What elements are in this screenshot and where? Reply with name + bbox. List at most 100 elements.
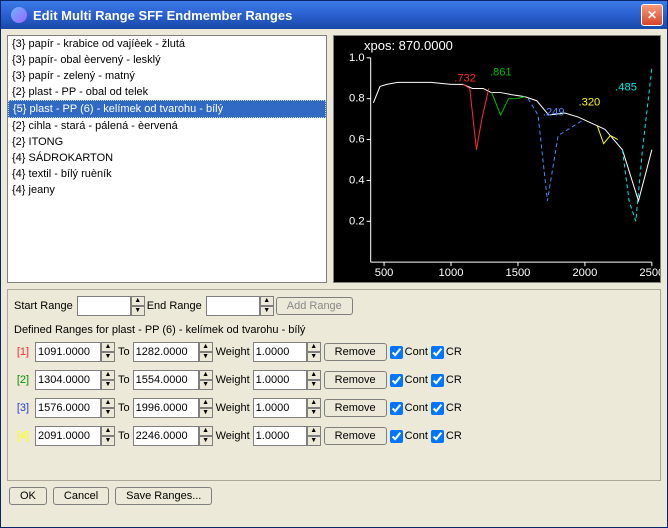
spin-up-icon[interactable]: ▲: [199, 426, 213, 436]
weight-label: Weight: [216, 346, 250, 358]
list-item[interactable]: {3} papír- obal èervený - lesklý: [8, 52, 326, 68]
spin-up-icon[interactable]: ▲: [260, 296, 274, 306]
add-range-button[interactable]: Add Range: [276, 297, 353, 315]
app-icon: [11, 7, 27, 23]
spin-up-icon[interactable]: ▲: [199, 342, 213, 352]
end-range-label: End Range: [147, 300, 202, 312]
spin-down-icon[interactable]: ▼: [199, 352, 213, 362]
spin-up-icon[interactable]: ▲: [101, 342, 115, 352]
spin-up-icon[interactable]: ▲: [199, 398, 213, 408]
start-range-label: Start Range: [14, 300, 73, 312]
list-item[interactable]: {4} jeany: [8, 182, 326, 198]
cr-checkbox[interactable]: CR: [431, 346, 462, 359]
spin-up-icon[interactable]: ▲: [101, 398, 115, 408]
remove-range-button[interactable]: Remove: [324, 343, 387, 361]
range-weight-input[interactable]: [253, 370, 307, 390]
ok-button[interactable]: OK: [9, 487, 47, 505]
endmember-listbox[interactable]: {3} papír - krabice od vajíèek - žlutá{3…: [7, 35, 327, 283]
remove-range-button[interactable]: Remove: [324, 371, 387, 389]
titlebar: Edit Multi Range SFF Endmember Ranges ✕: [1, 1, 667, 29]
spin-down-icon[interactable]: ▼: [131, 306, 145, 316]
spin-down-icon[interactable]: ▼: [307, 408, 321, 418]
svg-text:.249: .249: [543, 106, 565, 118]
spin-up-icon[interactable]: ▲: [101, 426, 115, 436]
save-ranges-button[interactable]: Save Ranges...: [115, 487, 212, 505]
list-item[interactable]: {2} ITONG: [8, 134, 326, 150]
to-label: To: [118, 374, 130, 386]
list-item[interactable]: {3} papír - zelený - matný: [8, 68, 326, 84]
start-range-input[interactable]: [77, 296, 131, 316]
spin-up-icon[interactable]: ▲: [101, 370, 115, 380]
range-end-input[interactable]: [133, 370, 199, 390]
range-weight-input[interactable]: [253, 342, 307, 362]
ranges-list[interactable]: [1]▲▼To▲▼Weight▲▼Remove Cont CR [2]▲▼To▲▼…: [14, 342, 654, 474]
cont-checkbox[interactable]: Cont: [390, 346, 428, 359]
range-row: [3]▲▼To▲▼Weight▲▼Remove Cont CR: [14, 398, 650, 418]
spin-down-icon[interactable]: ▼: [307, 436, 321, 446]
remove-range-button[interactable]: Remove: [324, 399, 387, 417]
spin-down-icon[interactable]: ▼: [260, 306, 274, 316]
weight-label: Weight: [216, 402, 250, 414]
list-item[interactable]: {3} papír - krabice od vajíèek - žlutá: [8, 36, 326, 52]
spin-down-icon[interactable]: ▼: [199, 408, 213, 418]
range-start-input[interactable]: [35, 398, 101, 418]
close-button[interactable]: ✕: [641, 4, 663, 26]
list-item[interactable]: {4} textil - bílý ruèník: [8, 166, 326, 182]
spin-up-icon[interactable]: ▲: [307, 398, 321, 408]
svg-text:0.8: 0.8: [349, 93, 365, 105]
svg-text:1500: 1500: [506, 267, 531, 279]
spin-up-icon[interactable]: ▲: [307, 342, 321, 352]
to-label: To: [118, 402, 130, 414]
spin-up-icon[interactable]: ▲: [131, 296, 145, 306]
weight-label: Weight: [216, 374, 250, 386]
list-item[interactable]: {2} plast - PP - obal od telek: [8, 84, 326, 100]
end-range-input[interactable]: [206, 296, 260, 316]
spin-down-icon[interactable]: ▼: [199, 380, 213, 390]
cr-checkbox[interactable]: CR: [431, 402, 462, 415]
range-row: [2]▲▼To▲▼Weight▲▼Remove Cont CR: [14, 370, 650, 390]
spin-up-icon[interactable]: ▲: [307, 426, 321, 436]
cr-checkbox[interactable]: CR: [431, 430, 462, 443]
cont-checkbox[interactable]: Cont: [390, 374, 428, 387]
cont-checkbox[interactable]: Cont: [390, 430, 428, 443]
spin-down-icon[interactable]: ▼: [101, 380, 115, 390]
range-weight-input[interactable]: [253, 398, 307, 418]
range-start-input[interactable]: [35, 342, 101, 362]
range-index-label: [4]: [14, 430, 32, 442]
cancel-button[interactable]: Cancel: [53, 487, 109, 505]
svg-text:0.6: 0.6: [349, 134, 365, 146]
range-weight-input[interactable]: [253, 426, 307, 446]
list-item[interactable]: {5} plast - PP (6) - kelímek od tvarohu …: [8, 100, 326, 118]
svg-text:.861: .861: [490, 67, 512, 79]
spin-down-icon[interactable]: ▼: [101, 436, 115, 446]
svg-text:500: 500: [375, 267, 394, 279]
chart-svg: 0.20.40.60.81.05001000150020002500.732.8…: [334, 36, 660, 282]
svg-text:1000: 1000: [439, 267, 464, 279]
cr-checkbox[interactable]: CR: [431, 374, 462, 387]
list-item[interactable]: {2} cihla - stará - pálená - èervená: [8, 118, 326, 134]
svg-text:.485: .485: [615, 82, 637, 94]
spin-down-icon[interactable]: ▼: [307, 352, 321, 362]
ranges-panel: Start Range ▲▼ End Range ▲▼ Add Range De…: [7, 289, 661, 481]
spin-down-icon[interactable]: ▼: [101, 408, 115, 418]
svg-text:2500: 2500: [639, 267, 660, 279]
spin-down-icon[interactable]: ▼: [101, 352, 115, 362]
range-end-input[interactable]: [133, 398, 199, 418]
spin-down-icon[interactable]: ▼: [199, 436, 213, 446]
spin-up-icon[interactable]: ▲: [307, 370, 321, 380]
to-label: To: [118, 430, 130, 442]
list-item[interactable]: {4} SÁDROKARTON: [8, 150, 326, 166]
remove-range-button[interactable]: Remove: [324, 427, 387, 445]
svg-text:0.2: 0.2: [349, 215, 365, 227]
range-index-label: [3]: [14, 402, 32, 414]
spectral-chart[interactable]: xpos: 870.0000 0.20.40.60.81.05001000150…: [333, 35, 661, 283]
range-end-input[interactable]: [133, 426, 199, 446]
svg-text:.320: .320: [579, 97, 601, 109]
range-start-input[interactable]: [35, 370, 101, 390]
spin-down-icon[interactable]: ▼: [307, 380, 321, 390]
spin-up-icon[interactable]: ▲: [199, 370, 213, 380]
cont-checkbox[interactable]: Cont: [390, 402, 428, 415]
range-start-input[interactable]: [35, 426, 101, 446]
range-row: [1]▲▼To▲▼Weight▲▼Remove Cont CR: [14, 342, 650, 362]
range-end-input[interactable]: [133, 342, 199, 362]
